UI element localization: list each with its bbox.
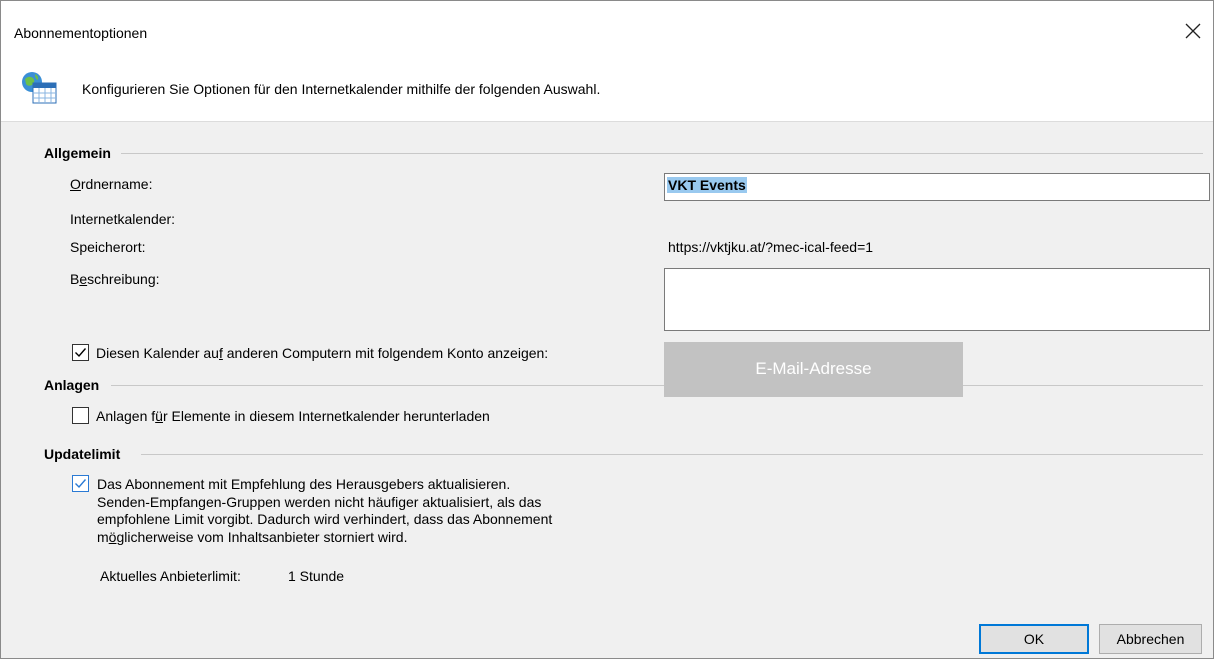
location-value: https://vktjku.at/?mec-ical-feed=1 [668,239,874,255]
ok-button[interactable]: OK [979,624,1089,654]
section-heading-attachments: Anlagen [44,377,106,393]
update-limit-checkbox[interactable] [72,475,89,492]
current-provider-limit-value: 1 Stunde [288,568,345,584]
section-heading-update-limit: Updatelimit [44,446,127,462]
location-label: Speicherort: [70,239,146,255]
section-divider [141,454,1203,455]
dialog-header: Konfigurieren Sie Optionen für den Inter… [1,63,1213,122]
folder-name-label: Ordnername: [70,176,153,192]
update-limit-line: möglicherweise vom Inhaltsanbieter storn… [97,528,408,545]
update-limit-description: Das Abonnement mit Empfehlung des Heraus… [97,476,697,546]
update-limit-line: Senden-Empfangen-Gruppen werden nicht hä… [97,493,542,510]
current-provider-limit-label: Aktuelles Anbieterlimit: [100,568,241,584]
update-limit-line: empfohlene Limit vorgibt. Dadurch wird v… [97,511,553,527]
show-on-other-computers-label: Diesen Kalender auf anderen Computern mi… [96,345,549,361]
section-divider [111,385,1203,386]
update-limit-line: Das Abonnement mit Empfehlung des Heraus… [97,476,511,492]
header-description: Konfigurieren Sie Optionen für den Inter… [82,81,601,97]
section-divider [121,153,1203,154]
subscription-options-dialog: Abonnementoptionen Konfigurieren Sie Opt… [0,0,1214,659]
dialog-title: Abonnementoptionen [14,25,148,41]
folder-name-input[interactable]: VKT Events [664,173,1210,201]
show-on-other-computers-checkbox[interactable] [72,344,89,361]
cancel-button[interactable]: Abbrechen [1099,624,1202,654]
folder-name-value: VKT Events [667,177,747,193]
download-attachments-checkbox[interactable] [72,407,89,424]
description-label: Beschreibung: [70,271,160,287]
account-field-redacted[interactable]: E-Mail-Adresse [664,342,963,397]
close-icon[interactable] [1181,19,1205,43]
section-heading-general: Allgemein [44,145,117,161]
internet-calendar-label: Internetkalender: [70,211,176,227]
globe-calendar-icon [20,71,58,105]
download-attachments-label: Anlagen für Elemente in diesem Internetk… [96,408,490,424]
description-input[interactable] [664,268,1210,331]
title-bar: Abonnementoptionen [1,1,1213,63]
